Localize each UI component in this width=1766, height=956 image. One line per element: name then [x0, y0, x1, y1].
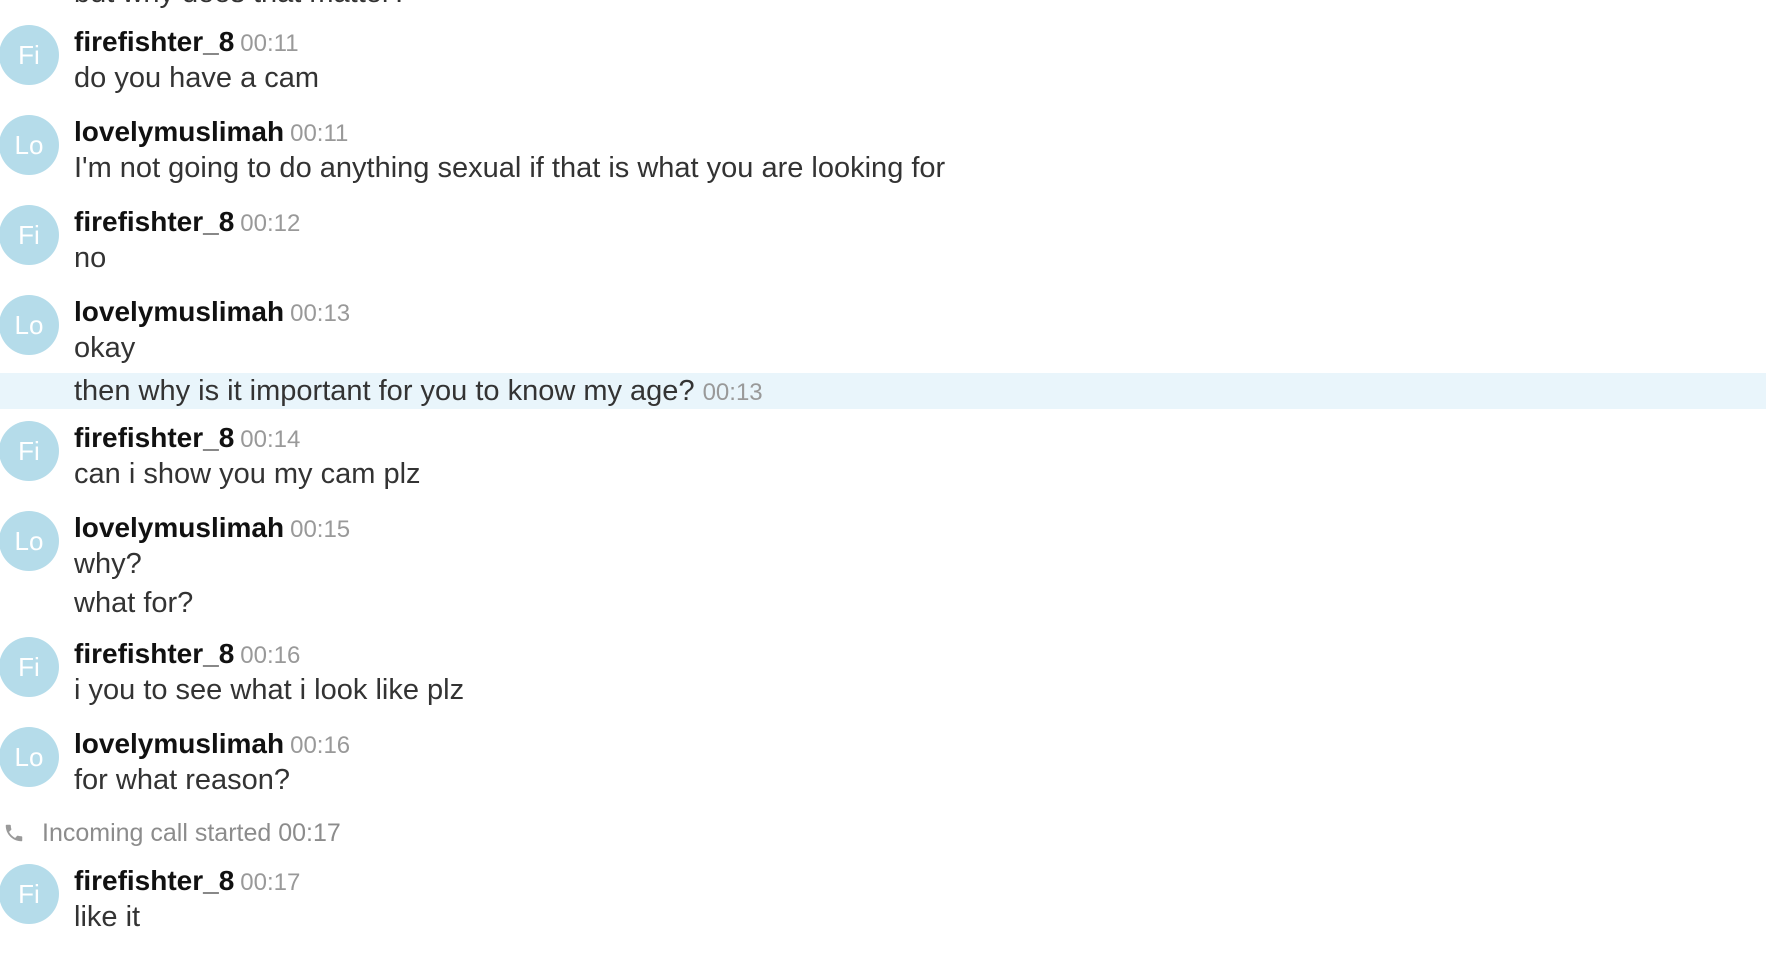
- message-text: like it: [74, 901, 141, 933]
- avatar[interactable]: Fi: [0, 637, 59, 697]
- sender-name[interactable]: firefishter_8: [74, 206, 234, 237]
- sender-name[interactable]: lovelymuslimah: [74, 512, 284, 543]
- message-text: why?: [74, 548, 142, 580]
- message-time: 00:16: [240, 642, 301, 669]
- message-text: then why is it important for you to know…: [74, 374, 763, 410]
- message-text-content: then why is it important for you to know…: [74, 375, 695, 407]
- message-header: firefishter_8 00:17: [74, 864, 300, 903]
- message-time: 00:13: [290, 300, 351, 327]
- message-time: 00:11: [290, 120, 349, 147]
- message-row-highlighted[interactable]: then why is it important for you to know…: [0, 373, 1766, 409]
- message-time: 00:16: [290, 732, 351, 759]
- sender-name[interactable]: firefishter_8: [74, 638, 234, 669]
- avatar[interactable]: Lo: [0, 115, 59, 175]
- sender-name[interactable]: firefishter_8: [74, 865, 234, 896]
- sender-name[interactable]: firefishter_8: [74, 26, 234, 57]
- message-header: firefishter_8 00:16: [74, 637, 300, 676]
- message-time: 00:14: [240, 426, 301, 453]
- message-text: no: [74, 242, 107, 274]
- message-header: lovelymuslimah 00:16: [74, 727, 350, 766]
- avatar[interactable]: Lo: [0, 295, 59, 355]
- message-time: 00:13: [702, 379, 763, 406]
- sender-name[interactable]: lovelymuslimah: [74, 296, 284, 327]
- message-text: i you to see what i look like plz: [74, 674, 465, 706]
- message-text: do you have a cam: [74, 62, 320, 94]
- chat-history[interactable]: but why does that matter? Fi firefishter…: [0, 0, 1766, 956]
- message-time: 00:15: [290, 516, 351, 543]
- avatar[interactable]: Fi: [0, 25, 59, 85]
- sender-name[interactable]: firefishter_8: [74, 422, 234, 453]
- message-text: for what reason?: [74, 764, 291, 796]
- phone-icon: [5, 824, 23, 842]
- message-text-partial: but why does that matter?: [74, 0, 408, 10]
- message-text: what for?: [74, 587, 194, 619]
- sender-name[interactable]: lovelymuslimah: [74, 116, 284, 147]
- message-text: okay: [74, 332, 136, 364]
- message-header: lovelymuslimah 00:15: [74, 511, 350, 550]
- message-header: firefishter_8 00:12: [74, 205, 300, 244]
- avatar[interactable]: Fi: [0, 421, 59, 481]
- message-text: can i show you my cam plz: [74, 458, 421, 490]
- message-header: lovelymuslimah 00:11: [74, 115, 348, 154]
- message-header: lovelymuslimah 00:13: [74, 295, 350, 334]
- avatar[interactable]: Lo: [0, 511, 59, 571]
- avatar[interactable]: Lo: [0, 727, 59, 787]
- message-header: firefishter_8 00:11: [74, 25, 299, 64]
- message-header: firefishter_8 00:14: [74, 421, 300, 460]
- message-time: 00:11: [240, 30, 299, 57]
- avatar[interactable]: Fi: [0, 205, 59, 265]
- message-time: 00:17: [240, 869, 301, 896]
- sender-name[interactable]: lovelymuslimah: [74, 728, 284, 759]
- message-text: I'm not going to do anything sexual if t…: [74, 152, 946, 184]
- avatar[interactable]: Fi: [0, 864, 59, 924]
- call-event-text: Incoming call started 00:17: [42, 819, 341, 847]
- message-time: 00:12: [240, 210, 301, 237]
